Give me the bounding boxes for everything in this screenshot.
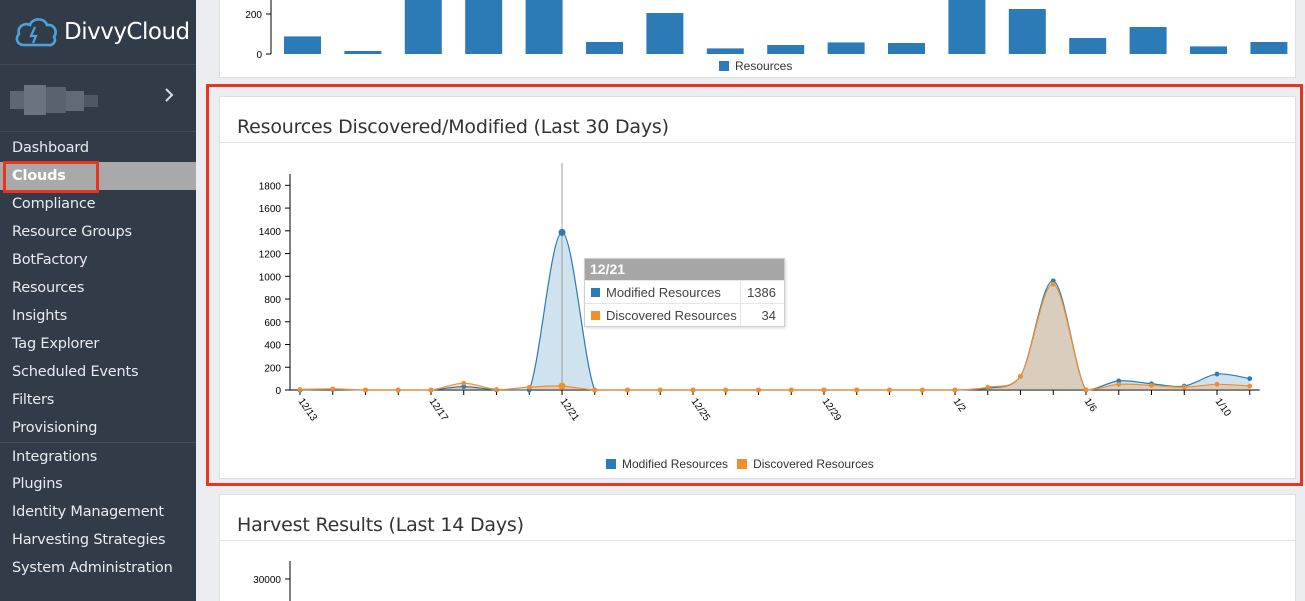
sidebar-item-dashboard[interactable]: Dashboard — [0, 134, 196, 162]
account-name-redacted — [10, 85, 98, 115]
sidebar-item-filters[interactable]: Filters — [0, 386, 196, 414]
sidebar-item-compliance[interactable]: Compliance — [0, 190, 196, 218]
chevron-right-icon[interactable] — [164, 87, 174, 108]
bar — [827, 42, 865, 54]
top-chart-legend: Resources — [719, 59, 792, 73]
sidebar-item-tag-explorer[interactable]: Tag Explorer — [0, 330, 196, 358]
bar — [646, 13, 684, 54]
sidebar-item-resources[interactable]: Resources — [0, 274, 196, 302]
bar — [1008, 9, 1046, 54]
sidebar-item-botfactory[interactable]: BotFactory — [0, 246, 196, 274]
sidebar-item-plugins[interactable]: Plugins — [0, 470, 196, 498]
sidebar-item-scheduled-events[interactable]: Scheduled Events — [0, 358, 196, 386]
bar — [1190, 46, 1227, 54]
top-chart-panel: 0 200 Resources — [219, 0, 1296, 78]
harvest-chart: 30000 — [253, 561, 291, 601]
bar — [465, 0, 503, 54]
sidebar-item-identity-management[interactable]: Identity Management — [0, 498, 196, 526]
brand-logo[interactable]: DivvyCloud — [14, 12, 190, 52]
bar — [706, 48, 744, 54]
sidebar: DivvyCloud Dashboard Clouds Compliance R… — [0, 0, 196, 601]
bar — [1069, 38, 1107, 54]
sidebar-item-provisioning[interactable]: Provisioning — [0, 414, 196, 442]
highlight-box-chart — [206, 84, 1303, 486]
sidebar-item-system-administration[interactable]: System Administration — [0, 554, 196, 582]
bar — [1250, 42, 1288, 54]
bar — [404, 0, 442, 54]
bar — [586, 42, 623, 54]
harvest-results-panel: Harvest Results (Last 14 Days) 30000 — [219, 494, 1296, 601]
cloud-logo-icon — [15, 18, 57, 47]
bar — [284, 36, 321, 54]
account-switcher[interactable] — [0, 64, 196, 132]
bar — [1129, 27, 1167, 54]
highlight-box-clouds — [3, 161, 99, 193]
legend-label-resources: Resources — [735, 59, 793, 73]
sidebar-item-integrations[interactable]: Integrations — [0, 442, 196, 470]
sidebar-nav: Dashboard Clouds Compliance Resource Gro… — [0, 134, 196, 582]
sidebar-item-harvesting-strategies[interactable]: Harvesting Strategies — [0, 526, 196, 554]
bar — [767, 45, 805, 54]
bar — [888, 43, 925, 54]
bar — [948, 0, 986, 54]
bar — [344, 51, 382, 54]
sidebar-item-insights[interactable]: Insights — [0, 302, 196, 330]
sidebar-item-resource-groups[interactable]: Resource Groups — [0, 218, 196, 246]
legend-swatch-resources — [719, 61, 729, 71]
bar — [525, 0, 563, 54]
top-y-tick-label: 200 — [245, 10, 262, 21]
top-y-tick-label: 0 — [256, 50, 262, 61]
brand-name: DivvyCloud — [64, 19, 190, 45]
harvest-y-tick-label: 30000 — [253, 575, 281, 586]
